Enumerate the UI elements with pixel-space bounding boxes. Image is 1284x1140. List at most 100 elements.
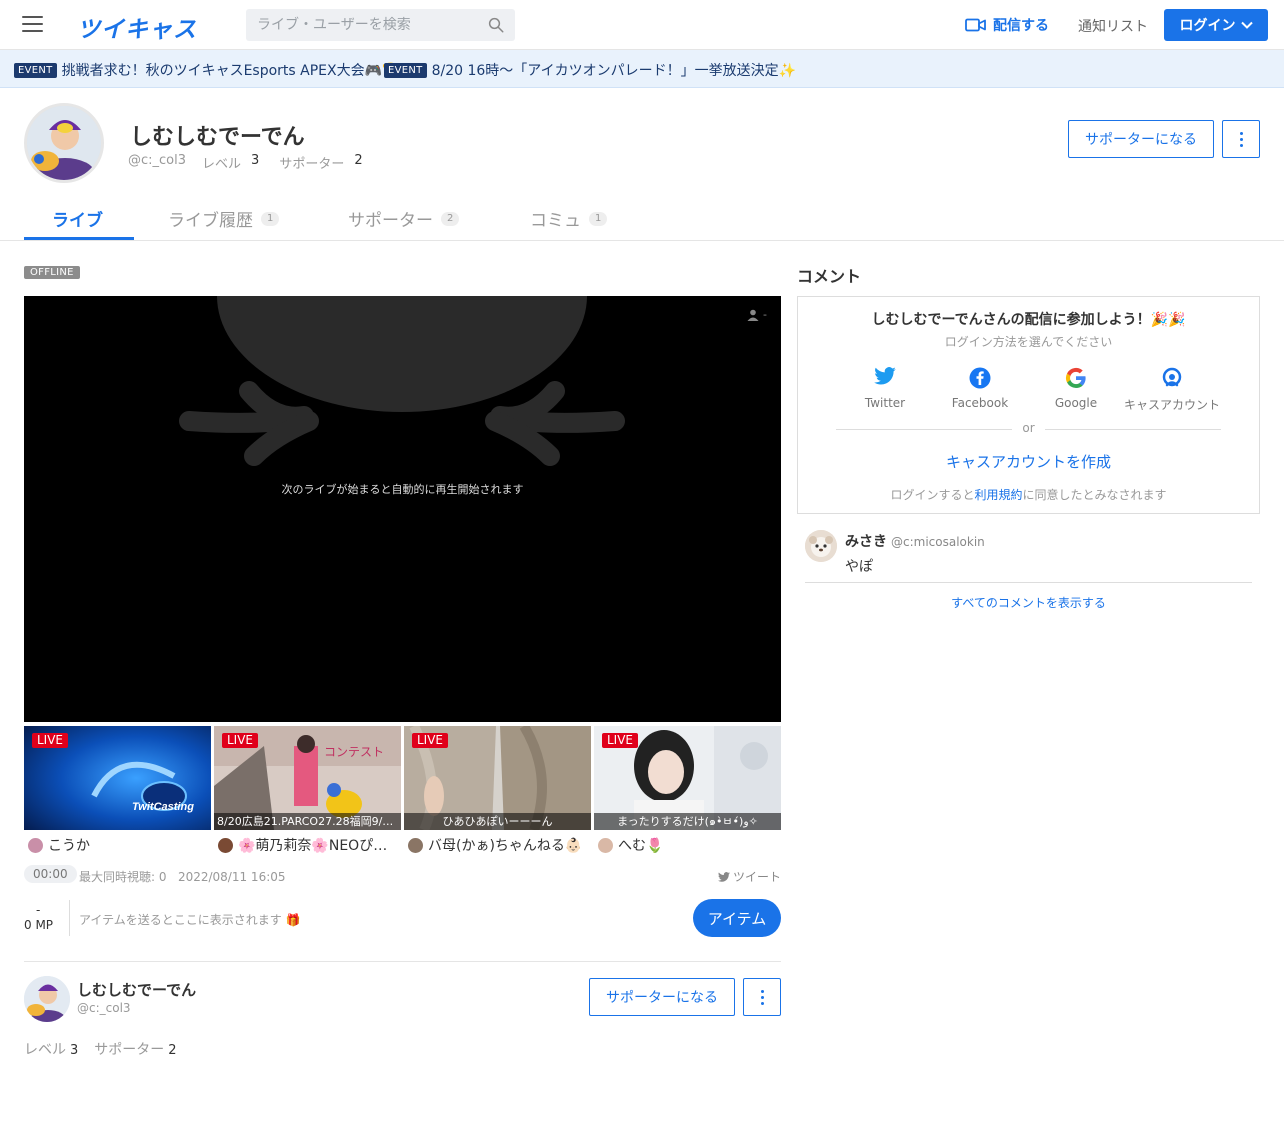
tweet-link[interactable]: ツイート — [717, 868, 781, 885]
level-value: 3 — [70, 1043, 79, 1058]
bottom-profile-avatar[interactable] — [24, 976, 70, 1022]
broadcast-label: 配信する — [993, 18, 1049, 34]
notification-list-link[interactable]: 通知リスト — [1078, 16, 1148, 36]
active-tab-indicator — [24, 237, 134, 240]
twitter-icon — [874, 367, 896, 385]
profile-name: しむしむでーでん — [130, 125, 305, 150]
google-icon — [1065, 367, 1086, 389]
live-badge: LIVE — [222, 733, 259, 748]
max-viewers: 最大同時視聴: 0 — [79, 870, 167, 884]
chevron-down-icon — [1240, 21, 1253, 29]
live-badge: LIVE — [412, 733, 449, 748]
offline-badge: OFFLINE — [24, 266, 80, 279]
live-user-link[interactable]: 🌸萌乃莉奈🌸NEOぴぇ... — [218, 835, 398, 855]
user-mini-avatar — [218, 837, 233, 853]
comment-text: やぽ — [845, 559, 873, 575]
live-thumbnail[interactable]: コンテスト LIVE 8/20広島21.PARCO27.28福岡9/23... — [214, 726, 401, 830]
terms-link[interactable]: 利用規約 — [974, 488, 1022, 502]
live-badge: LIVE — [602, 733, 639, 748]
bottom-profile-name[interactable]: しむしむでーでん — [77, 979, 196, 1000]
create-cas-account-link[interactable]: キャスアカウントを作成 — [798, 451, 1259, 472]
live-thumbnail[interactable]: TwitCasting LIVE — [24, 726, 211, 830]
comment-section-title: コメント — [797, 267, 862, 286]
profile-avatar[interactable] — [24, 103, 104, 183]
event-badge: EVENT — [384, 62, 427, 78]
mp-display: - 0 MP — [24, 903, 53, 933]
viewer-count-value: - — [763, 308, 767, 321]
supporter-label: サポーター — [94, 1042, 165, 1058]
tab-label: サポーター — [348, 211, 433, 231]
social-label: Google — [1054, 396, 1098, 410]
event-badge: EVENT — [14, 62, 57, 78]
broadcast-link[interactable]: 配信する — [965, 15, 1049, 35]
facebook-icon — [969, 367, 991, 389]
social-label: Twitter — [864, 396, 906, 410]
person-icon — [747, 309, 759, 321]
send-item-button[interactable]: アイテム — [693, 899, 781, 937]
bottom-profile-meta: レベル 3 サポーター 2 — [24, 1039, 177, 1059]
become-supporter-button[interactable]: サポーターになる — [1068, 120, 1214, 158]
terms-pre: ログインすると — [890, 488, 975, 502]
site-logo[interactable]: ツイキャス — [77, 10, 197, 44]
more-options-button[interactable] — [1222, 120, 1260, 158]
tab-label: ライブ履歴 — [168, 211, 253, 231]
commenter-avatar[interactable] — [805, 530, 837, 562]
search-input[interactable] — [246, 9, 476, 41]
cas-account-icon — [1162, 367, 1182, 387]
live-user-link[interactable]: へむ🌷 — [598, 835, 785, 855]
live-thumbnail[interactable]: LIVE ひあひあぽいーーーん — [404, 726, 591, 830]
level-label: レベル — [24, 1042, 66, 1058]
terms-notice: ログインすると利用規約に同意したとみなされます — [798, 486, 1259, 503]
login-cas-account-button[interactable]: キャスアカウント — [1122, 367, 1222, 413]
video-camera-icon — [965, 18, 986, 32]
show-all-comments-link[interactable]: すべてのコメントを表示する — [805, 594, 1252, 611]
event-link-1[interactable]: EVENT 挑戦者求む！秋のツイキャスEsports APEX大会🎮🏆 — [14, 60, 399, 80]
twitter-icon — [717, 871, 730, 882]
or-divider: or — [798, 421, 1259, 436]
live-user-name: へむ🌷 — [618, 838, 664, 854]
login-facebook-button[interactable]: Facebook — [930, 367, 1030, 410]
commenter-name[interactable]: みさき @c:micosalokin — [845, 531, 985, 551]
mp-value: 0 MP — [24, 918, 54, 932]
more-vertical-icon — [760, 989, 764, 1005]
tab-community[interactable]: コミュ 1 — [530, 206, 608, 231]
supporter-label: サポーター — [279, 157, 345, 172]
comment-item: みさき @c:micosalokin やぽ — [805, 530, 1252, 583]
tab-count: 1 — [589, 211, 608, 226]
thumbnail-title: まったりするだけ(๑•̀ㅂ•́)و✧ — [594, 813, 781, 830]
bottom-more-options-button[interactable] — [743, 978, 781, 1016]
elapsed-time: 00:00 — [24, 865, 77, 883]
viewer-count: - — [747, 308, 767, 321]
player-message: 次のライブが始まると自動的に再生開始されます — [281, 483, 524, 496]
search-box — [246, 9, 515, 41]
login-button[interactable]: ログイン — [1164, 9, 1268, 41]
tab-live[interactable]: ライブ — [52, 206, 103, 231]
hamburger-menu-icon[interactable] — [22, 16, 43, 32]
supporter-count: 2 — [168, 1043, 177, 1058]
bottom-become-supporter-button[interactable]: サポーターになる — [589, 978, 735, 1016]
thumbnail-title: ひあひあぽいーーーん — [404, 813, 591, 830]
login-twitter-button[interactable]: Twitter — [835, 367, 935, 410]
level-value: 3 — [251, 153, 260, 168]
event-banner-bar: EVENT 挑戦者求む！秋のツイキャスEsports APEX大会🎮🏆 EVEN… — [0, 50, 1284, 88]
live-user-link[interactable]: こうか — [28, 835, 215, 855]
more-vertical-icon — [1239, 131, 1243, 147]
profile-meta: @c:_col3 レベル 3 サポーター 2 — [128, 153, 363, 172]
login-google-button[interactable]: Google — [1026, 367, 1126, 410]
live-thumbnail[interactable]: LIVE まったりするだけ(๑•̀ㅂ•́)و✧ — [594, 726, 781, 830]
level-label: レベル — [202, 157, 242, 172]
tab-live-history[interactable]: ライブ履歴 1 — [168, 206, 280, 231]
event-link-2[interactable]: EVENT 8/20 16時〜「アイカツオンパレード！」一挙放送決定✨ — [384, 60, 796, 80]
svg-text:TwitCasting: TwitCasting — [132, 801, 194, 813]
section-divider — [24, 961, 781, 962]
login-label: ログイン — [1179, 18, 1236, 34]
search-icon[interactable] — [487, 16, 505, 34]
terms-post: に同意したとみなされます — [1022, 488, 1167, 502]
social-label: キャスアカウント — [1123, 398, 1220, 412]
live-user-name: こうか — [48, 838, 90, 854]
video-player[interactable]: - 次のライブが始まると自動的に再生開始されます — [24, 296, 781, 722]
commenter-id: @c:micosalokin — [891, 535, 985, 549]
tab-label: ライブ — [52, 211, 103, 231]
live-user-link[interactable]: バ母(かぁ)ちゃんねる👶🏻 — [408, 835, 595, 855]
tab-supporters[interactable]: サポーター 2 — [348, 206, 460, 231]
